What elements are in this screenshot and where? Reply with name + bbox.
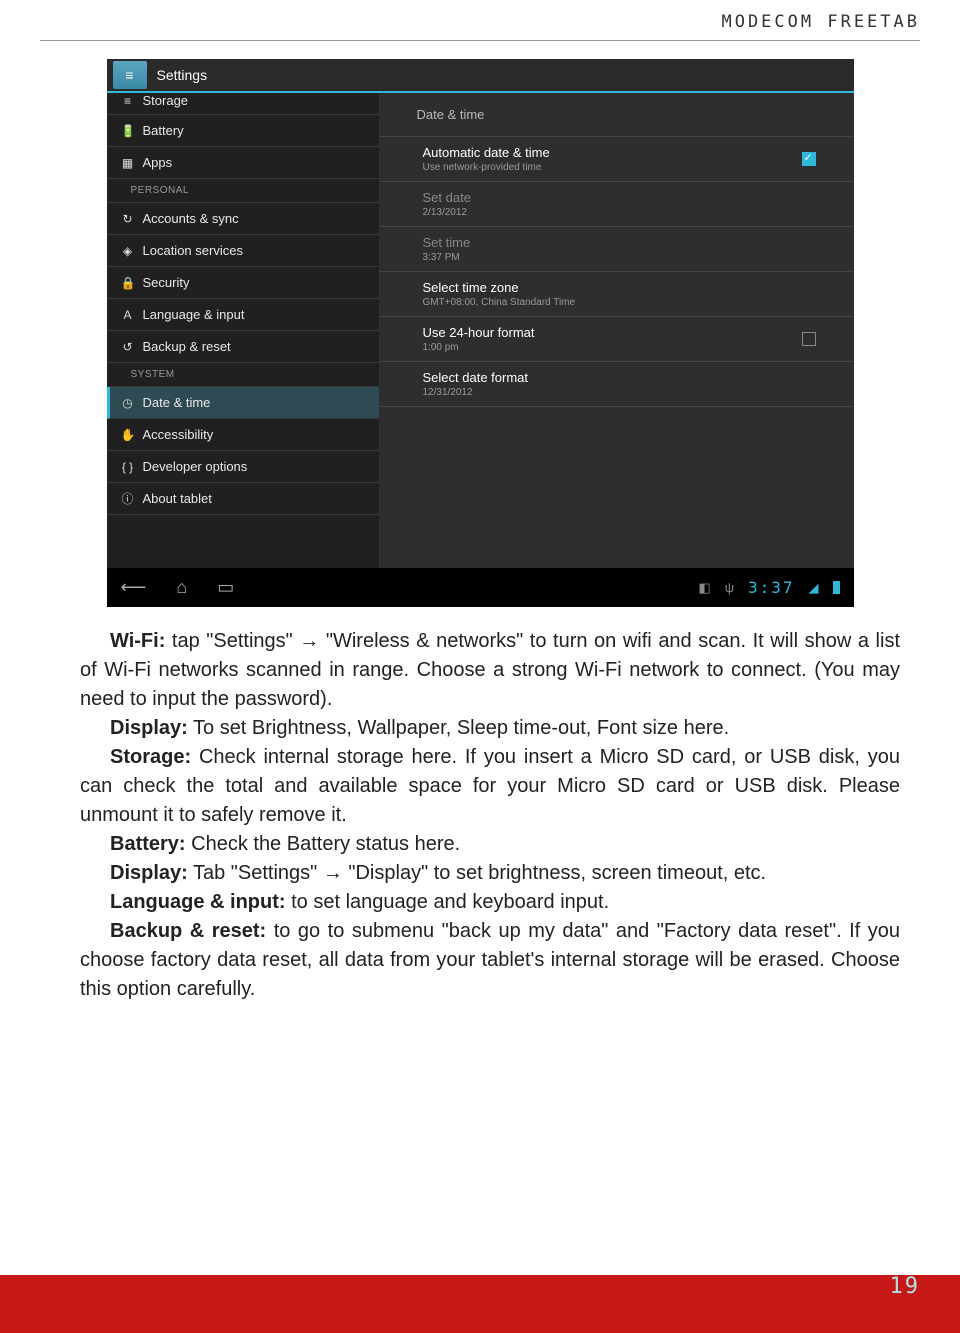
setting-sub: GMT+08:00, China Standard Time — [423, 297, 576, 308]
setting-timezone[interactable]: Select time zone GMT+08:00, China Standar… — [379, 272, 854, 317]
doc-header: MODECOM FREETAB — [0, 0, 960, 40]
sidebar-item-datetime[interactable]: ◷ Date & time — [107, 387, 379, 419]
setting-title: Select time zone — [423, 280, 576, 295]
sidebar-label: Security — [143, 275, 190, 290]
label: Wi-Fi: — [110, 630, 165, 652]
setting-24hour[interactable]: Use 24-hour format 1:00 pm — [379, 317, 854, 362]
label: Backup & reset: — [110, 920, 266, 942]
label: Storage: — [110, 746, 191, 768]
setting-title: Use 24-hour format — [423, 325, 535, 340]
setting-sub: 12/31/2012 — [423, 387, 529, 398]
label: Display: — [110, 862, 188, 884]
setting-date-format[interactable]: Select date format 12/31/2012 — [379, 362, 854, 407]
usb-icon[interactable]: ψ — [725, 580, 734, 595]
language-icon: A — [121, 308, 135, 322]
text: To set Brightness, Wallpaper, Sleep time… — [188, 717, 729, 739]
sidebar-item-apps[interactable]: ▦ Apps — [107, 147, 379, 179]
android-screenshot: Settings ≡ Storage 🔋 Battery ▦ Apps PERSON… — [107, 59, 854, 607]
sidebar-heading-personal: PERSONAL — [107, 179, 379, 203]
info-icon: ⓘ — [121, 490, 135, 507]
recent-icon[interactable]: ▭ — [217, 577, 234, 598]
setting-auto-datetime[interactable]: Automatic date & time Use network-provide… — [379, 137, 854, 182]
text: Tab "Settings" → "Display" to set bright… — [188, 862, 766, 884]
apps-icon: ▦ — [121, 156, 135, 170]
setting-sub: 1:00 pm — [423, 342, 535, 353]
backup-icon: ↺ — [121, 340, 135, 354]
lock-icon: 🔒 — [121, 276, 135, 290]
setting-title: Automatic date & time — [423, 145, 550, 160]
storage-icon: ≡ — [121, 94, 135, 108]
android-navbar: ⟵ ⌂ ▭ ◧ ψ 3:37 ◢ — [107, 568, 854, 607]
setting-set-time[interactable]: Set time 3:37 PM — [379, 227, 854, 272]
sidebar-item-security[interactable]: 🔒 Security — [107, 267, 379, 299]
clock-icon: ◷ — [121, 396, 135, 410]
label: Language & input: — [110, 891, 286, 913]
settings-main: Date & time Automatic date & time Use net… — [379, 93, 854, 568]
battery-status-icon — [833, 581, 840, 594]
setting-set-date[interactable]: Set date 2/13/2012 — [379, 182, 854, 227]
label: Display: — [110, 717, 188, 739]
sidebar-item-about[interactable]: ⓘ About tablet — [107, 483, 379, 515]
checkbox-unchecked-icon[interactable] — [802, 332, 816, 346]
setting-title: Select date format — [423, 370, 529, 385]
sidebar-label: Location services — [143, 243, 243, 258]
sidebar-item-battery[interactable]: 🔋 Battery — [107, 115, 379, 147]
sidebar-item-backup[interactable]: ↺ Backup & reset — [107, 331, 379, 363]
back-icon[interactable]: ⟵ — [121, 577, 147, 598]
setting-sub: Use network-provided time — [423, 162, 550, 173]
sidebar-label: Developer options — [143, 459, 248, 474]
status-clock: 3:37 — [748, 578, 795, 597]
header-divider — [40, 40, 920, 41]
sync-icon: ↻ — [121, 212, 135, 226]
sidebar-item-location[interactable]: ◈ Location services — [107, 235, 379, 267]
sidebar-item-developer[interactable]: { } Developer options — [107, 451, 379, 483]
window-title: Settings — [157, 67, 208, 83]
sidebar-item-accessibility[interactable]: ✋ Accessibility — [107, 419, 379, 451]
titlebar: Settings — [107, 59, 854, 93]
sidebar-label: Date & time — [143, 395, 211, 410]
setting-title: Set time — [423, 235, 471, 250]
sidebar-label: Battery — [143, 123, 184, 138]
sidebar-item-storage[interactable]: ≡ Storage — [107, 93, 379, 115]
setting-sub: 2/13/2012 — [423, 207, 471, 218]
text: Check the Battery status here. — [186, 833, 461, 855]
sidebar-label: Accounts & sync — [143, 211, 239, 226]
wifi-icon: ◢ — [809, 580, 819, 596]
hand-icon: ✋ — [121, 428, 135, 442]
location-icon: ◈ — [121, 244, 135, 258]
page-number: 19 — [890, 1257, 921, 1315]
document-body: Wi-Fi: tap "Settings" → "Wireless & netw… — [0, 607, 960, 1004]
settings-sidebar: ≡ Storage 🔋 Battery ▦ Apps PERSONAL ↻ Accou… — [107, 93, 379, 568]
sidebar-label: Backup & reset — [143, 339, 231, 354]
sidebar-label: Apps — [143, 155, 173, 170]
footer-strip — [0, 1275, 960, 1333]
home-icon[interactable]: ⌂ — [176, 577, 187, 598]
sidebar-label: Storage — [143, 93, 189, 108]
text: to set language and keyboard input. — [286, 891, 610, 913]
panel-title: Date & time — [379, 93, 854, 137]
setting-sub: 3:37 PM — [423, 252, 471, 263]
sidebar-heading-system: SYSTEM — [107, 363, 379, 387]
battery-icon: 🔋 — [121, 124, 135, 138]
settings-icon — [113, 61, 147, 89]
volume-icon[interactable]: ◧ — [698, 580, 710, 596]
sidebar-label: Language & input — [143, 307, 245, 322]
sidebar-label: About tablet — [143, 491, 212, 506]
sidebar-item-accounts[interactable]: ↻ Accounts & sync — [107, 203, 379, 235]
setting-title: Set date — [423, 190, 471, 205]
checkbox-checked-icon[interactable] — [802, 152, 816, 166]
braces-icon: { } — [121, 460, 135, 474]
text: tap "Settings" → "Wireless & networks" t… — [80, 630, 900, 710]
text: Check internal storage here. If you inse… — [80, 746, 900, 826]
label: Battery: — [110, 833, 186, 855]
sidebar-label: Accessibility — [143, 427, 214, 442]
sidebar-item-language[interactable]: A Language & input — [107, 299, 379, 331]
